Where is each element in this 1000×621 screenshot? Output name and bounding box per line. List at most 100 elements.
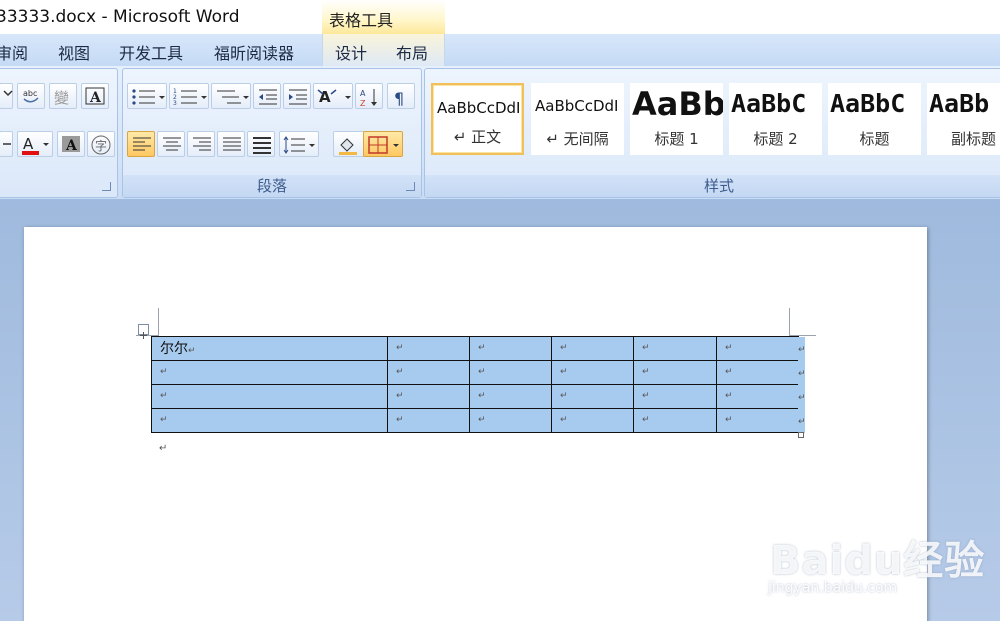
table-cell[interactable]: ↵ [151, 360, 388, 385]
table-cell[interactable]: ↵ [387, 360, 470, 385]
decrease-indent-button[interactable] [253, 83, 281, 109]
row-end-marker: ↵ [798, 409, 806, 433]
cell-mark: ↵ [478, 391, 486, 401]
font-dropdown-icon [3, 90, 13, 97]
phonetic-guide-button[interactable]: abc [17, 83, 45, 109]
justify-button[interactable] [217, 131, 245, 157]
cell-mark: ↵ [725, 391, 733, 401]
tab-design[interactable]: 设计 [335, 40, 367, 64]
ribbon-tabs: 审阅 视图 开发工具 福昕阅读器 设计 布局 [0, 34, 1000, 66]
paragraph-dialog-launcher[interactable] [406, 182, 415, 191]
line-spacing-button[interactable] [279, 131, 319, 157]
table-move-handle[interactable] [138, 324, 149, 339]
table-cell[interactable]: ↵ [633, 384, 717, 409]
table-cell[interactable]: ↵ [469, 384, 552, 409]
tab-foxit-reader[interactable]: 福昕阅读器 [214, 40, 294, 64]
table-cell[interactable]: ↵ [551, 408, 634, 433]
character-shading-button[interactable]: A [57, 131, 85, 157]
shaded-a-icon: A [62, 136, 80, 153]
svg-text:¶: ¶ [394, 89, 404, 107]
tab-layout[interactable]: 布局 [396, 40, 428, 64]
cell-mark: ↵ [478, 415, 486, 425]
cell-mark: ↵ [478, 367, 486, 377]
watermark-url: jingyan.baidu.com [768, 580, 898, 596]
font-more-dropdown[interactable] [0, 131, 13, 157]
baidu-watermark: Baidu经验 jingyan.baidu.com [760, 510, 984, 600]
align-right-button[interactable] [187, 131, 215, 157]
table-cell[interactable]: ↵ [469, 336, 552, 361]
sort-button[interactable]: AZ [355, 83, 383, 109]
style-normal[interactable]: AaBbCcDdI ↵ 正文 [431, 83, 524, 155]
table-cell[interactable]: ↵ [551, 336, 634, 361]
chinese-layout-button[interactable]: A [313, 83, 353, 109]
style-heading-1-name: 标题 1 [654, 130, 699, 148]
table-cell[interactable]: ↵ [387, 384, 470, 409]
style-title[interactable]: AaBbC 标题 [828, 83, 921, 155]
align-center-icon [163, 137, 181, 151]
numbering-button[interactable]: 123 [169, 83, 209, 109]
table-cell[interactable]: ↵ [551, 360, 634, 385]
multilevel-list-button[interactable] [211, 83, 251, 109]
enclose-characters-button[interactable]: 字 [87, 131, 115, 157]
justify-icon [223, 137, 241, 151]
increase-indent-button[interactable] [283, 83, 311, 109]
crop-mark [158, 308, 159, 336]
font-color-button[interactable]: A [17, 131, 53, 157]
style-no-spacing[interactable]: AaBbCcDdI ↵ 无间隔 [531, 83, 624, 155]
table-cell[interactable]: ↵ [716, 336, 799, 361]
table-cell[interactable]: ↵ [469, 408, 552, 433]
table-cell[interactable]: ↵ [151, 384, 388, 409]
table-cell[interactable]: ↵ [633, 408, 717, 433]
table-row: ↵ ↵ ↵ ↵ ↵ ↵ [151, 408, 799, 433]
borders-button[interactable] [363, 131, 403, 157]
table-cell[interactable]: ↵ [633, 360, 717, 385]
cell-mark: ↵ [725, 367, 733, 377]
style-heading-1[interactable]: AaBb 标题 1 [630, 83, 723, 155]
document-table[interactable]: 尔尔↵ ↵ ↵ ↵ ↵ ↵ ↵ ↵ ↵ ↵ ↵ ↵ ↵ ↵ ↵ ↵ ↵ ↵ ↵ … [151, 336, 799, 433]
style-normal-name: ↵ 正文 [453, 128, 502, 146]
style-heading-2[interactable]: AaBbC 标题 2 [729, 83, 822, 155]
paragraph-group: 123 A AZ ¶ 段落 [122, 68, 422, 198]
tab-review[interactable]: 审阅 [0, 40, 28, 64]
table-tools-label: 表格工具 [329, 11, 394, 30]
styles-group-label: 样式 [425, 175, 1000, 197]
table-row: ↵ ↵ ↵ ↵ ↵ ↵ [151, 360, 799, 385]
align-left-button[interactable] [127, 131, 155, 157]
bullets-button[interactable] [127, 83, 167, 109]
table-cell[interactable]: ↵ [716, 384, 799, 409]
table-cell[interactable]: ↵ [387, 336, 470, 361]
cell-mark: ↵ [160, 367, 168, 377]
align-center-button[interactable] [157, 131, 185, 157]
window-title: 33333.docx - Microsoft Word [0, 7, 240, 27]
show-hide-marks-button[interactable]: ¶ [387, 83, 415, 109]
dash-icon [3, 143, 11, 145]
tab-view[interactable]: 视图 [58, 40, 90, 64]
table-cell[interactable]: ↵ [387, 408, 470, 433]
table-cell[interactable]: ↵ [716, 360, 799, 385]
ribbon: abc 變 A A A 字 1 2 3 A A Z ¶ 段落 AaBbCcDdI… [0, 66, 1000, 200]
table-resize-handle[interactable] [798, 432, 804, 438]
table-cell[interactable]: 尔尔↵ [151, 336, 388, 361]
table-row: 尔尔↵ ↵ ↵ ↵ ↵ ↵ [151, 336, 799, 361]
table-cell[interactable]: ↵ [633, 336, 717, 361]
chinese-layout-icon: A [317, 88, 351, 106]
row-end-marker: ↵ [798, 337, 806, 361]
distributed-button[interactable] [247, 131, 275, 157]
move-cross-icon [140, 332, 147, 339]
bordered-a-icon: A [85, 87, 105, 105]
table-cell[interactable]: ↵ [469, 360, 552, 385]
table-cell[interactable]: ↵ [716, 408, 799, 433]
row-end-mark: ↵ [798, 345, 806, 355]
font-dialog-launcher[interactable] [102, 182, 111, 191]
styles-group: AaBbCcDdI ↵ 正文 AaBbCcDdI ↵ 无间隔 AaBb 标题 1… [424, 68, 1000, 198]
font-size-dropdown[interactable] [0, 83, 13, 109]
style-heading-1-sample: AaBb [632, 85, 723, 119]
style-no-spacing-name: ↵ 无间隔 [546, 130, 609, 148]
row-end-mark: ↵ [798, 417, 806, 427]
table-cell[interactable]: ↵ [551, 384, 634, 409]
tab-developer[interactable]: 开发工具 [119, 40, 183, 64]
table-cell[interactable]: ↵ [151, 408, 388, 433]
character-border-button[interactable]: 變 [49, 83, 77, 109]
style-subtitle[interactable]: AaBb 副标题 [927, 83, 1000, 155]
text-box-char-button[interactable]: A [81, 83, 109, 109]
